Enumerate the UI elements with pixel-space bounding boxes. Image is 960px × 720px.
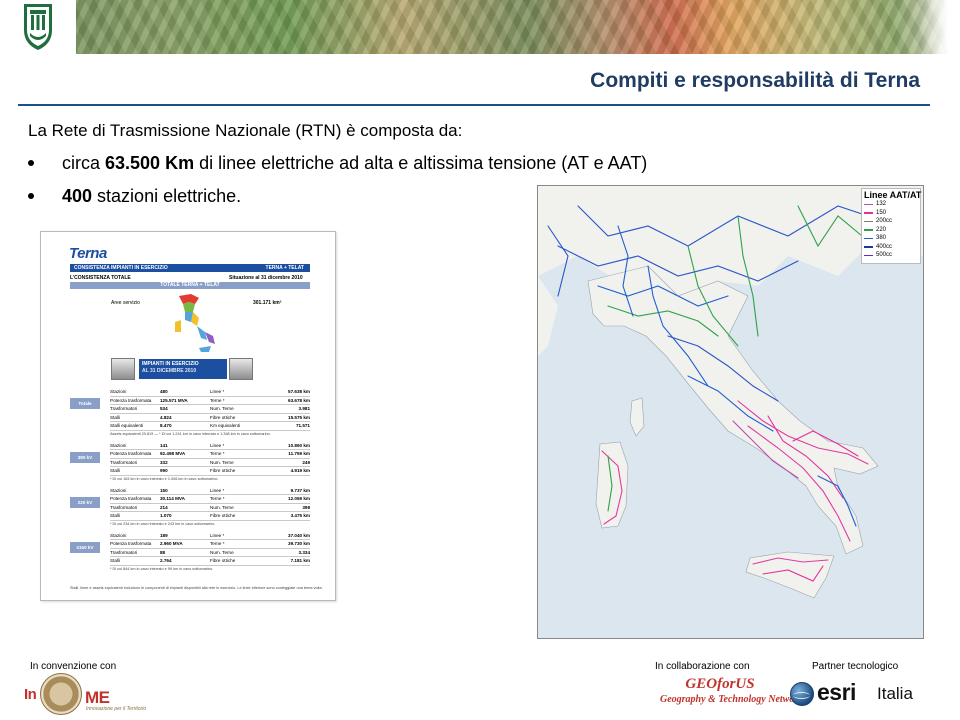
intro-text: La Rete di Trasmissione Nazionale (RTN) … (28, 121, 463, 140)
table-row: Trasformatori 534 Num. Terne 3.981 (110, 405, 310, 414)
footer-label-partner: Partner tecnologico (812, 661, 899, 672)
map-legend: Linee AAT/AT 132 150 200cc 220 380 400cc… (861, 188, 921, 264)
impianti-subtitle: AL 31 DICEMBRE 2010 (142, 368, 197, 374)
section-380kv: 380 kV Stazioni 141 Linee * 10.860 km Poten… (70, 442, 310, 484)
section-label: ≤150 kV (70, 541, 100, 553)
area-value: 301.171 km² (253, 300, 282, 306)
section-label: 220 kV (70, 496, 100, 508)
bullet-lines: circa 63.500 Km di linee elettriche ad a… (28, 153, 647, 174)
grid-network-map: Linee AAT/AT 132 150 200cc 220 380 400cc… (537, 185, 924, 639)
itime-logo-in: In (24, 686, 37, 703)
geoforus-logo: GEOforUS Geography & Technology Network (660, 676, 804, 705)
section-220kv: 220 kV Stazioni 150 Linee * 9.737 km Potenz… (70, 487, 310, 529)
bullet-prefix: circa (62, 153, 106, 173)
bullet-dot-icon (28, 159, 34, 166)
footer-label-convenzione: In convenzione con (30, 661, 117, 672)
legend-item: 150 (862, 209, 920, 218)
legend-item: 132 (862, 200, 920, 209)
table-row: Stazioni 141 Linee * 10.860 km (110, 442, 310, 451)
esri-country: Italia (877, 684, 913, 703)
table-row: Potenza trasformata 125.571 MVA Terne * 63.… (110, 397, 310, 406)
esri-globe-icon (790, 682, 814, 706)
legend-title: Linee AAT/AT (864, 190, 922, 200)
section-totale: Totale Stazioni 480 Linee * 57.638 km Poten… (70, 388, 310, 439)
university-logo (0, 0, 76, 54)
table-row: Potenza trasformata 92.498 MVA Terne * 11.7… (110, 450, 310, 459)
section-note: * Di cui 844 km in cavo interrato e 99 k… (110, 566, 214, 571)
terna-report-image: Terna CONSISTENZA IMPIANTI IN ESERCIZIO … (40, 231, 336, 601)
table-row: Stalli 4.824 Fibre ottiche 15.575 km (110, 414, 310, 423)
section-150kv: ≤150 kV Stazioni 189 Linee * 37.040 km Pote… (70, 532, 310, 574)
report-header-title: CONSISTENZA IMPIANTI IN ESERCIZIO (74, 265, 168, 271)
table-row: Stazioni 150 Linee * 9.737 km (110, 487, 310, 496)
header-banner (0, 0, 960, 54)
terna-logo: Terna (69, 245, 107, 262)
report-header-right: TERNA + TELAT (265, 265, 304, 271)
geoforus-name: GEOforUS (685, 676, 755, 692)
legend-item: 220 (862, 226, 920, 235)
bullet-stations: 400 stazioni elettriche. (28, 186, 241, 207)
report-date: Situazione al 31 dicembre 2010 (229, 275, 303, 281)
bullet-dot-icon (28, 192, 34, 199)
itime-logo-me: ME (85, 688, 110, 707)
bullet-suffix: stazioni elettriche. (92, 186, 242, 206)
report-footnote: Stalli, linee e assets equivalenti inclu… (70, 586, 323, 590)
report-header-bar: CONSISTENZA IMPIANTI IN ESERCIZIO TERNA … (70, 264, 310, 272)
bullet-suffix: di linee elettriche ad alta e altissima … (194, 153, 648, 173)
title-divider (18, 104, 930, 106)
legend-item: 500cc (862, 251, 920, 260)
legend-item: 400cc (862, 243, 920, 252)
section-label: 380 kV (70, 451, 100, 463)
report-band: TOTALE TERNA + TELAT (70, 282, 310, 289)
substation-photo (111, 358, 135, 380)
table-row: Stazioni 189 Linee * 37.040 km (110, 532, 310, 541)
legend-item: 380 (862, 234, 920, 243)
table-row: Potenza trasformata 30.114 MVA Terne * 12.0… (110, 495, 310, 504)
table-row: Trasformatori 88 Num. Terne 3.334 (110, 549, 310, 558)
legend-item: 200cc (862, 217, 920, 226)
table-row: Stalli equivalenti 8.470 Km equivalenti 71.… (110, 422, 310, 431)
table-row: Potenza trasformata 2.960 MVA Terne * 39.73… (110, 540, 310, 549)
footer-label-collaborazione: In collaborazione con (655, 661, 750, 672)
itime-tagline: Innovazione per il Territorio (86, 706, 147, 712)
table-row: Trasformatori 332 Num. Terne 249 (110, 459, 310, 468)
esri-logo: esri (817, 679, 856, 705)
table-row: Stazioni 480 Linee * 57.638 km (110, 388, 310, 397)
bullet-strong: 63.500 Km (105, 153, 195, 173)
impianti-box: IMPIANTI IN ESERCIZIO AL 31 DICEMBRE 201… (139, 359, 227, 379)
table-row: Stalli 2.764 Fibre ottiche 7.181 km (110, 557, 310, 566)
report-table: Totale Stazioni 480 Linee * 57.638 km Poten… (70, 388, 310, 576)
area-label: Aree servizio (111, 300, 140, 306)
table-row: Trasformatori 214 Num. Terne 398 (110, 504, 310, 513)
report-subtitle: L’CONSISTENZA TOTALE (70, 275, 131, 281)
impianti-title: IMPIANTI IN ESERCIZIO (142, 361, 199, 367)
itime-seal-logo (40, 673, 82, 715)
italy-regions-minimap (175, 294, 215, 352)
table-row: Stalli 1.070 Fibre ottiche 3.475 km (110, 512, 310, 521)
table-row: Stalli 990 Fibre ottiche 4.919 km (110, 467, 310, 476)
section-note: Assets equivalenti 20.819 — * Di cui 1.2… (110, 431, 271, 436)
bullet-strong: 400 (62, 186, 93, 206)
section-note: * Di cui 163 km in cavo interrato e 1.00… (110, 476, 219, 481)
geoforus-tagline: Geography & Technology Network (660, 694, 804, 705)
page-title: Compiti e responsabilità di Terna (590, 69, 920, 92)
section-label: Totale (70, 398, 100, 409)
pylon-photo (229, 358, 253, 380)
section-note: * Di cui 234 km in cavo interrato e 243 … (110, 521, 216, 526)
